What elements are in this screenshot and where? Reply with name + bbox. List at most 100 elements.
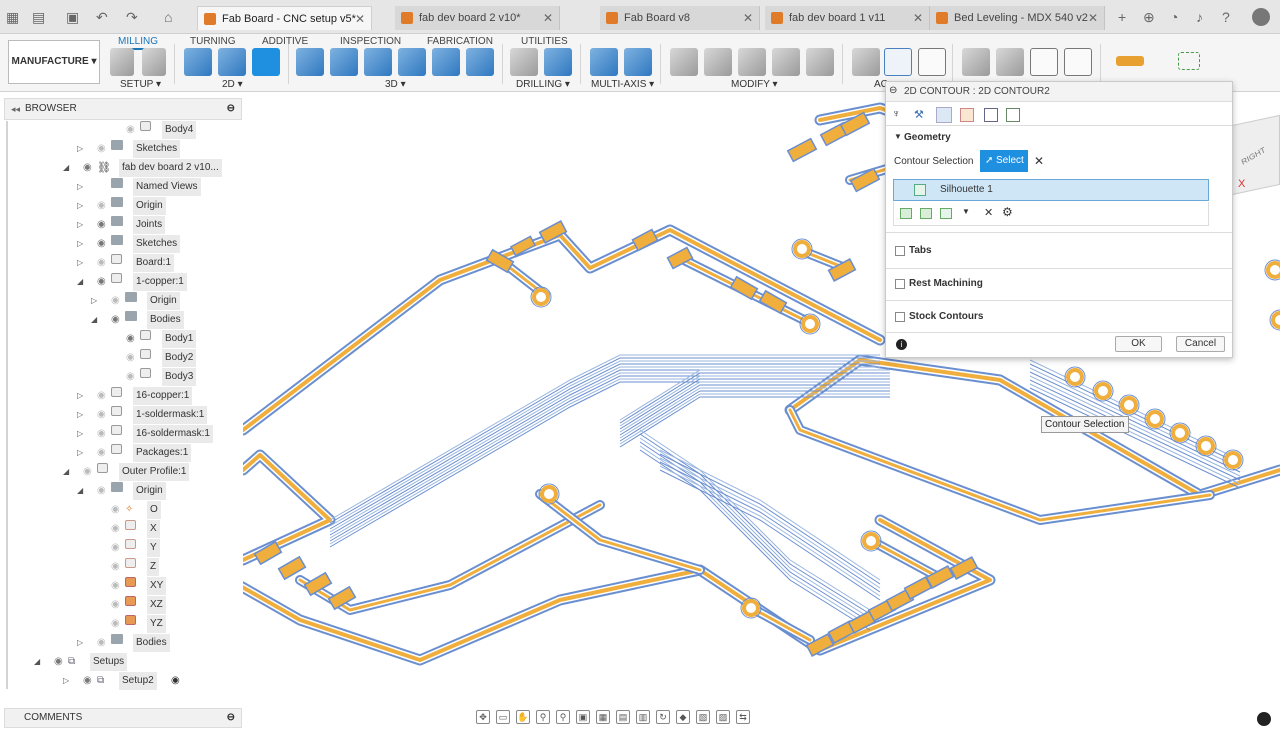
new-tab-icon[interactable]: + [1118,8,1126,26]
visibility-icon[interactable]: ▨ [716,710,730,724]
loop-icon[interactable] [920,208,932,219]
tree-node[interactable]: ◢ ◉ Origin [0,482,242,500]
tool-tab-icon[interactable]: ♆ [892,108,906,122]
settings-gear-icon[interactable]: ⚙ [1002,205,1013,219]
document-tab[interactable]: fab dev board 1 v11 ✕ [765,6,930,30]
linking-tab-icon[interactable] [984,108,998,122]
visibility-eye-icon[interactable]: ◉ [83,463,92,481]
collapsed-arrow-icon[interactable]: ▷ [77,216,83,234]
document-tab[interactable]: fab dev board 2 v10* ✕ [395,6,560,30]
setup-sheet-icon[interactable] [918,48,946,76]
expanded-arrow-icon[interactable]: ◢ [34,653,40,671]
visibility-eye-icon[interactable]: ◉ [97,254,106,272]
expanded-arrow-icon[interactable]: ◢ [77,482,83,500]
close-tab-icon[interactable]: ✕ [743,6,753,30]
browser-panel-header[interactable]: ◂◂ BROWSER ⊖ [4,98,242,120]
close-tab-icon[interactable]: ✕ [355,7,365,31]
section-icon[interactable]: ▥ [636,710,650,724]
document-tab[interactable]: Fab Board - CNC setup v5* ✕ [197,6,372,30]
ribbon-tab[interactable]: FABRICATION [427,36,493,47]
tabs-option[interactable]: Tabs [886,244,1232,260]
tree-node[interactable]: ◉ XY [0,577,242,595]
tree-node[interactable]: ◢ ◉ 1-copper:1 [0,273,242,291]
visibility-eye-icon[interactable]: ◉ [126,330,135,348]
tree-node[interactable]: ▷ ◉ Bodies [0,634,242,652]
tree-node[interactable]: ◉ Body3 [0,368,242,386]
ribbon-group-menu[interactable]: SETUP ▾ [120,79,161,90]
notifications-icon[interactable]: ♪ [1196,8,1203,26]
tree-node[interactable]: ▷ ◉ Board:1 [0,254,242,272]
visibility-eye-icon[interactable]: ◉ [111,311,120,329]
tree-node[interactable]: ◉ ✧ O [0,501,242,519]
ribbon-tab[interactable]: INSPECTION [340,36,401,47]
bore-icon[interactable] [544,48,572,76]
machine-library-icon[interactable] [996,48,1024,76]
visibility-eye-icon[interactable]: ◉ [111,501,120,519]
remove-icon[interactable]: ✕ [984,206,993,219]
feedback-icon[interactable] [1257,712,1271,726]
effects-icon[interactable]: ◆ [676,710,690,724]
adaptive-clearing-icon[interactable] [296,48,324,76]
collapsed-arrow-icon[interactable]: ▷ [77,178,83,196]
new-nc-program-icon[interactable] [142,48,166,76]
viewcube-face-label[interactable]: RIGHT [1240,145,1266,166]
manual-nc-icon[interactable] [806,48,834,76]
tree-node[interactable]: ◉ XZ [0,596,242,614]
look-at-icon[interactable]: ▭ [496,710,510,724]
user-avatar-icon[interactable] [1252,8,1270,26]
document-tab[interactable]: Bed Leveling - MDX 540 v2 ✕ [930,6,1105,30]
visibility-eye-icon[interactable]: ◉ [97,444,106,462]
help-icon[interactable]: ? [1222,8,1230,26]
collapsed-arrow-icon[interactable]: ▷ [77,425,83,443]
tree-node[interactable]: ▷ ◉ 16-soldermask:1 [0,425,242,443]
visibility-eye-icon[interactable]: ◉ [126,349,135,367]
home-icon[interactable]: ⌂ [164,8,172,26]
tree-node[interactable]: ◉ Body1 [0,330,242,348]
ribbon-tab[interactable]: TURNING [190,36,236,47]
dialog-collapse-icon[interactable]: ⊖ [889,85,897,96]
info-icon[interactable]: i [896,339,907,350]
collapse-arrows-icon[interactable]: ◂◂ [11,99,20,119]
visibility-eye-icon[interactable]: ◉ [111,577,120,595]
select-window-icon[interactable] [1178,52,1200,70]
job-status-icon[interactable]: ◔ [1170,8,1178,26]
workspace-switcher[interactable]: MANUFACTURE ▾ [8,40,100,84]
grid-menu-icon[interactable]: ▦ [6,8,19,26]
geometry-section-header[interactable]: ▼ Geometry [886,131,1232,147]
tree-node[interactable]: ▷ ◉ Origin [0,292,242,310]
measure-icon[interactable] [1116,56,1144,66]
file-menu-icon[interactable]: ▤ [32,8,45,26]
rest-machining-checkbox[interactable] [895,279,905,289]
collapsed-arrow-icon[interactable]: ▷ [77,387,83,405]
document-tab[interactable]: Fab Board v8 ✕ [600,6,760,30]
ribbon-group-menu[interactable]: 3D ▾ [385,79,406,90]
grid-settings-icon[interactable]: ▦ [596,710,610,724]
chain-icon[interactable] [900,208,912,219]
tree-node[interactable]: ◉ X [0,520,242,538]
post-tab-icon[interactable] [1006,108,1020,122]
environment-icon[interactable]: ▧ [696,710,710,724]
contour-3d-icon[interactable] [398,48,426,76]
visibility-eye-icon[interactable]: ◉ [97,482,106,500]
tree-node[interactable]: ▷ ◉ 1-soldermask:1 [0,406,242,424]
pocket-clearing-icon[interactable] [330,48,358,76]
display-settings-icon[interactable]: ▣ [576,710,590,724]
scallop-icon[interactable] [466,48,494,76]
dialog-titlebar[interactable]: ⊖ 2D CONTOUR : 2D CONTOUR2 [886,82,1232,102]
nc-programs-icon[interactable] [1030,48,1058,76]
heights-tab-icon[interactable] [936,107,952,123]
visibility-eye-icon[interactable]: ◉ [111,539,120,557]
multi-axis-contour-icon[interactable] [624,48,652,76]
post-process-icon[interactable] [884,48,912,76]
delete-toolpath-icon[interactable] [704,48,732,76]
tree-node[interactable]: ▷ ◉ Sketches [0,235,242,253]
visibility-eye-icon[interactable]: ◉ [54,653,63,671]
simulate-icon[interactable] [852,48,880,76]
tree-node[interactable]: ◢ ◉ ⧉ Setups [0,653,242,671]
pan-icon[interactable]: ✋ [516,710,530,724]
parallel-icon[interactable] [432,48,460,76]
expanded-arrow-icon[interactable]: ◢ [91,311,97,329]
cancel-button[interactable]: Cancel [1176,336,1225,352]
expanded-arrow-icon[interactable]: ◢ [63,159,69,177]
ribbon-group-menu[interactable]: MODIFY ▾ [731,79,778,90]
